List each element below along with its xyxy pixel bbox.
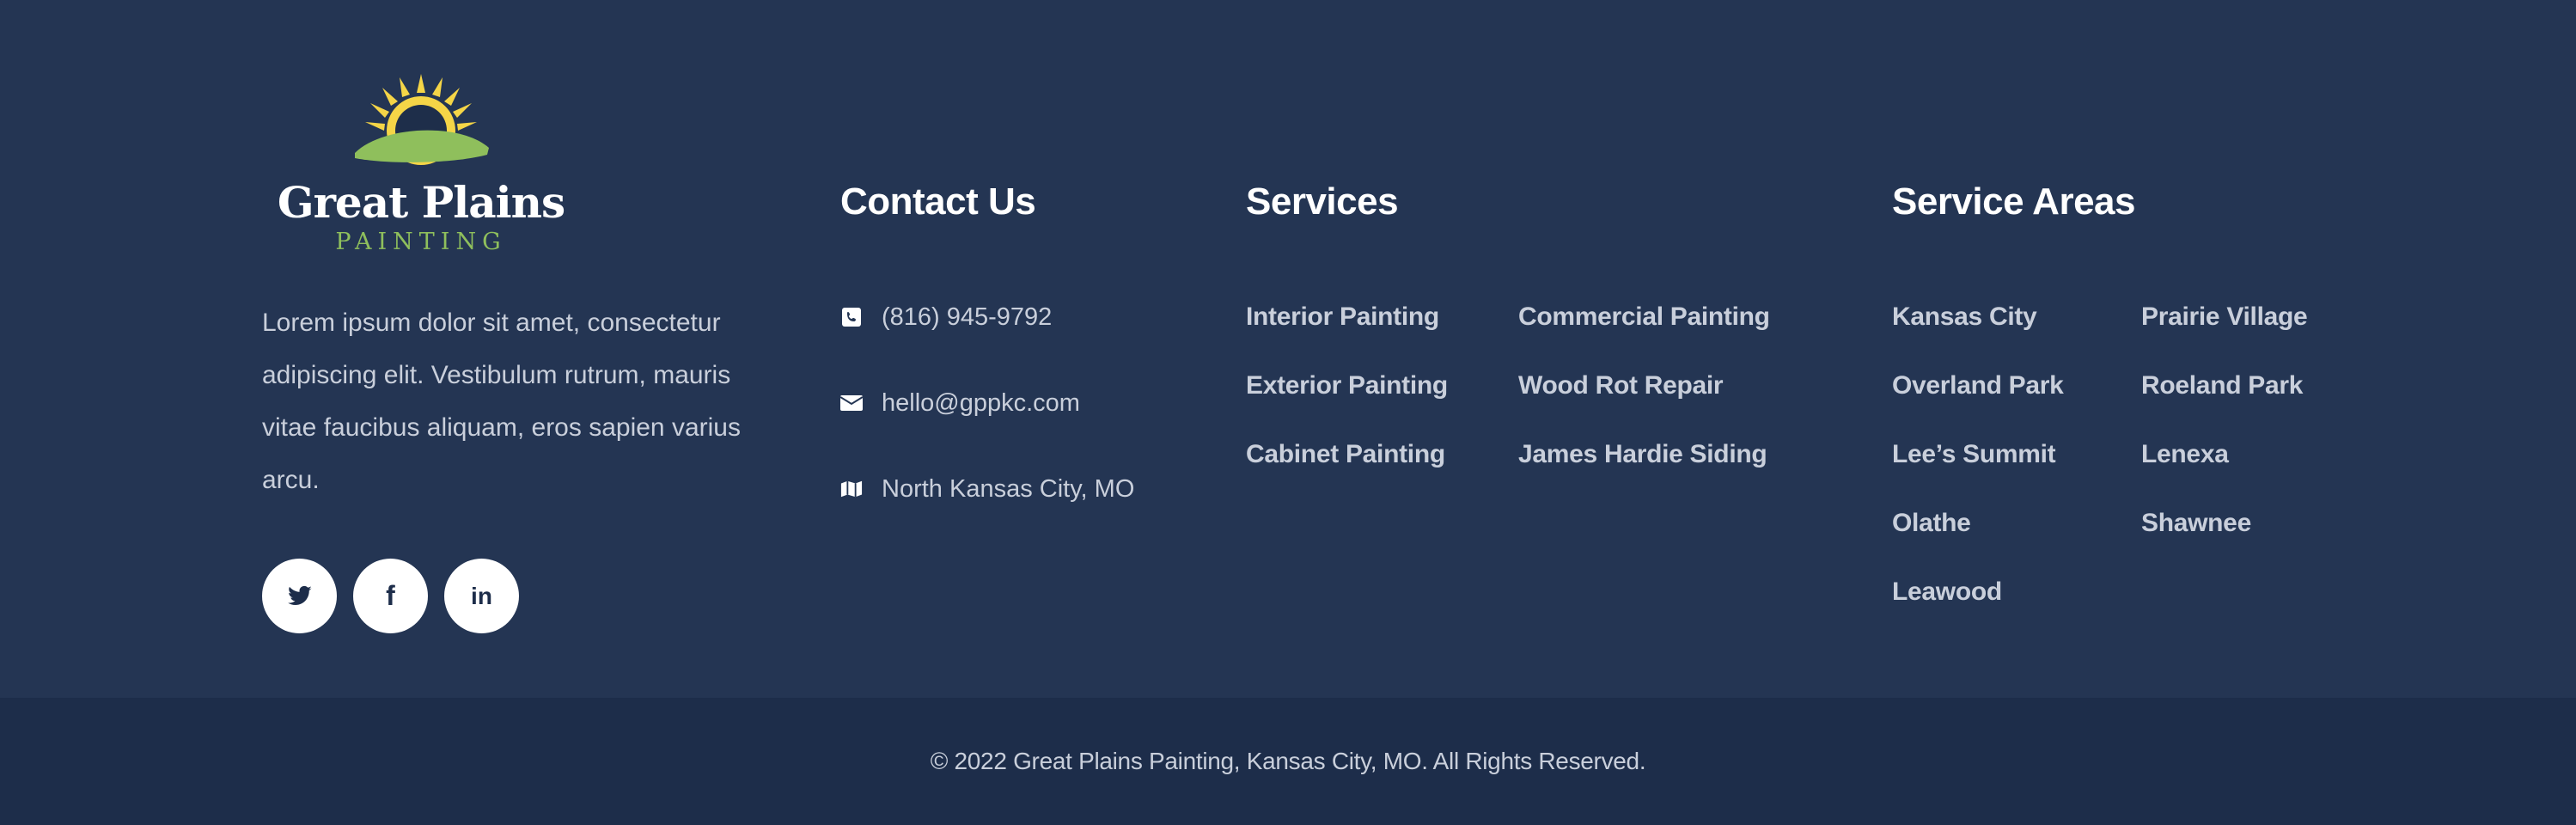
linkedin-button[interactable]: in	[444, 559, 519, 633]
service-area-link[interactable]: Prairie Village	[2141, 296, 2308, 338]
service-link[interactable]: Exterior Painting	[1246, 365, 1448, 406]
service-link[interactable]: Commercial Painting	[1518, 296, 1770, 338]
site-footer: Great Plains PAINTING Lorem ipsum dolor …	[0, 0, 2576, 825]
service-link[interactable]: James Hardie Siding	[1518, 434, 1770, 475]
service-areas-heading: Service Areas	[1892, 180, 2135, 223]
social-links: f in	[262, 559, 519, 633]
service-area-link[interactable]: Roeland Park	[2141, 365, 2307, 406]
services-column-2: Commercial Painting Wood Rot Repair Jame…	[1518, 296, 1770, 503]
service-area-link[interactable]: Olathe	[1892, 503, 2064, 544]
contact-heading: Contact Us	[840, 180, 1036, 223]
twitter-button[interactable]	[262, 559, 337, 633]
email-text: hello@gppkc.com	[882, 388, 1080, 417]
sun-hill-logo-icon	[355, 74, 489, 165]
service-area-link[interactable]: Leawood	[1892, 571, 2064, 613]
linkedin-icon: in	[471, 582, 492, 609]
phone-text: (816) 945-9792	[882, 302, 1053, 331]
service-link[interactable]: Cabinet Painting	[1246, 434, 1448, 475]
services-column-1: Interior Painting Exterior Painting Cabi…	[1246, 296, 1448, 503]
footer-main: Great Plains PAINTING Lorem ipsum dolor …	[0, 0, 2576, 698]
service-area-link[interactable]: Kansas City	[1892, 296, 2064, 338]
twitter-icon	[287, 585, 312, 605]
service-area-link[interactable]: Lenexa	[2141, 434, 2307, 475]
contact-email[interactable]: hello@gppkc.com	[840, 382, 1134, 424]
contact-list: (816) 945-9792 hello@gppkc.com North Kan…	[840, 296, 1134, 554]
envelope-icon	[840, 392, 863, 414]
phone-icon	[840, 306, 863, 328]
contact-location: North Kansas City, MO	[840, 468, 1134, 510]
services-heading: Services	[1246, 180, 1399, 223]
map-icon	[840, 478, 863, 500]
facebook-button[interactable]: f	[353, 559, 428, 633]
service-area-link[interactable]: Overland Park	[1892, 365, 2064, 406]
copyright-bar: © 2022 Great Plains Painting, Kansas Cit…	[0, 698, 2576, 825]
contact-phone[interactable]: (816) 945-9792	[840, 296, 1134, 338]
copyright-text: © 2022 Great Plains Painting, Kansas Cit…	[930, 748, 1646, 774]
service-link[interactable]: Interior Painting	[1246, 296, 1448, 338]
logo[interactable]: Great Plains PAINTING	[262, 69, 580, 258]
facebook-icon: f	[386, 580, 395, 611]
service-area-link[interactable]: Shawnee	[2141, 503, 2307, 544]
service-link[interactable]: Wood Rot Repair	[1518, 365, 1770, 406]
logo-subtitle: PAINTING	[335, 229, 507, 255]
service-areas-column-2: Prairie Village Roeland Park Lenexa Shaw…	[2141, 296, 2308, 571]
service-areas-column-1: Kansas City Overland Park Lee’s Summit O…	[1892, 296, 2064, 640]
service-area-link[interactable]: Lee’s Summit	[1892, 434, 2064, 475]
about-text: Lorem ipsum dolor sit amet, consectetur …	[262, 309, 741, 494]
logo-name: Great Plains	[277, 177, 565, 228]
location-text: North Kansas City, MO	[882, 474, 1135, 503]
